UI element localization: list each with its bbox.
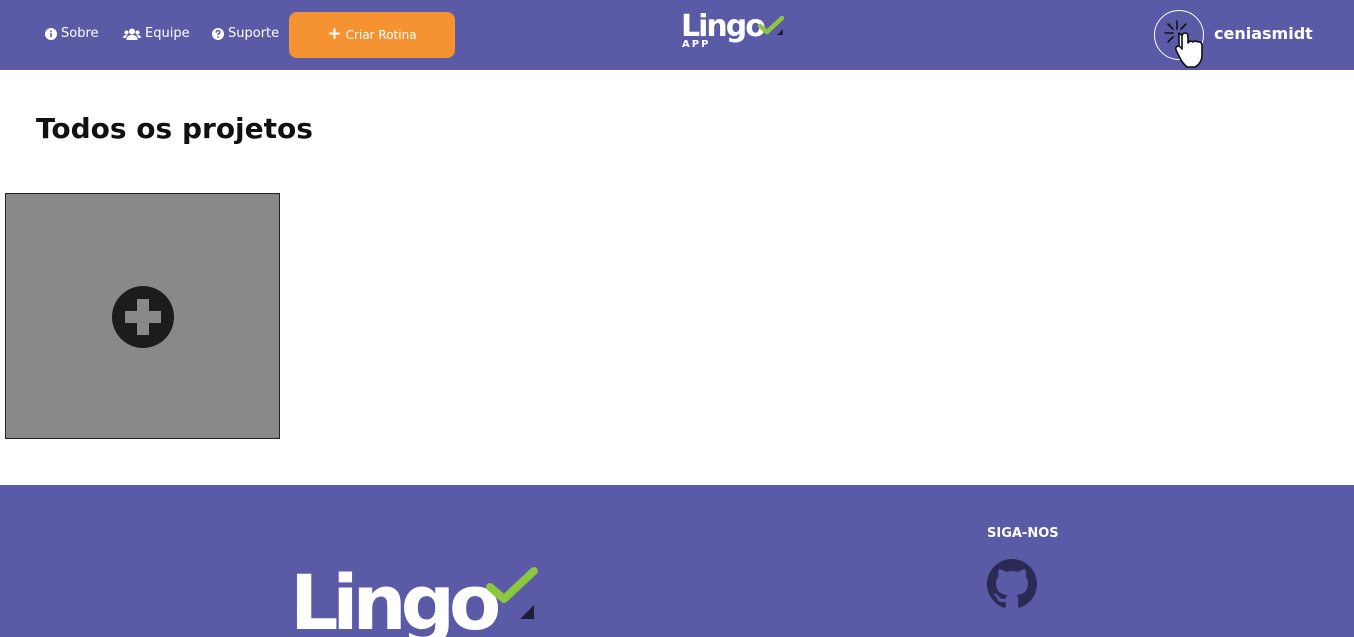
- nav-label-equipe: Equipe: [145, 26, 190, 41]
- footer-logo[interactable]: Lingo: [290, 565, 540, 637]
- footer: Lingo SIGA-NOS: [0, 485, 1354, 637]
- brand-logo-text: Lingo: [681, 9, 766, 44]
- brand-logo[interactable]: Lingo APP: [681, 12, 785, 54]
- users-icon: [123, 28, 141, 40]
- check-icon: [757, 15, 785, 35]
- brand-logo-subtext: APP: [682, 39, 711, 50]
- question-circle-icon: [212, 27, 224, 40]
- add-project-card[interactable]: [5, 193, 280, 439]
- avatar[interactable]: [1154, 10, 1204, 68]
- create-routine-button[interactable]: + Criar Rotina: [289, 12, 455, 58]
- top-navbar: Sobre Equipe Suporte + Criar Rotina Ling…: [0, 0, 1354, 70]
- pointer-click-icon: [1164, 20, 1203, 68]
- info-circle-icon: [45, 27, 57, 40]
- create-routine-label: Criar Rotina: [345, 28, 417, 42]
- follow-title: SIGA-NOS: [987, 526, 1059, 541]
- nav-label-suporte: Suporte: [228, 26, 280, 41]
- nav-link-suporte[interactable]: Suporte: [212, 26, 279, 41]
- footer-logo-text: Lingo: [290, 558, 501, 637]
- page-title: Todos os projetos: [36, 112, 313, 145]
- plus-icon: +: [327, 23, 342, 44]
- check-icon: [486, 567, 538, 619]
- username[interactable]: ceniasmidt: [1214, 24, 1313, 43]
- plus-circle-icon: [112, 286, 174, 348]
- nav-link-equipe[interactable]: Equipe: [123, 26, 190, 41]
- nav-link-sobre[interactable]: Sobre: [45, 26, 99, 41]
- github-link[interactable]: [987, 559, 1037, 609]
- github-icon: [987, 559, 1037, 608]
- nav-label-sobre: Sobre: [61, 26, 99, 41]
